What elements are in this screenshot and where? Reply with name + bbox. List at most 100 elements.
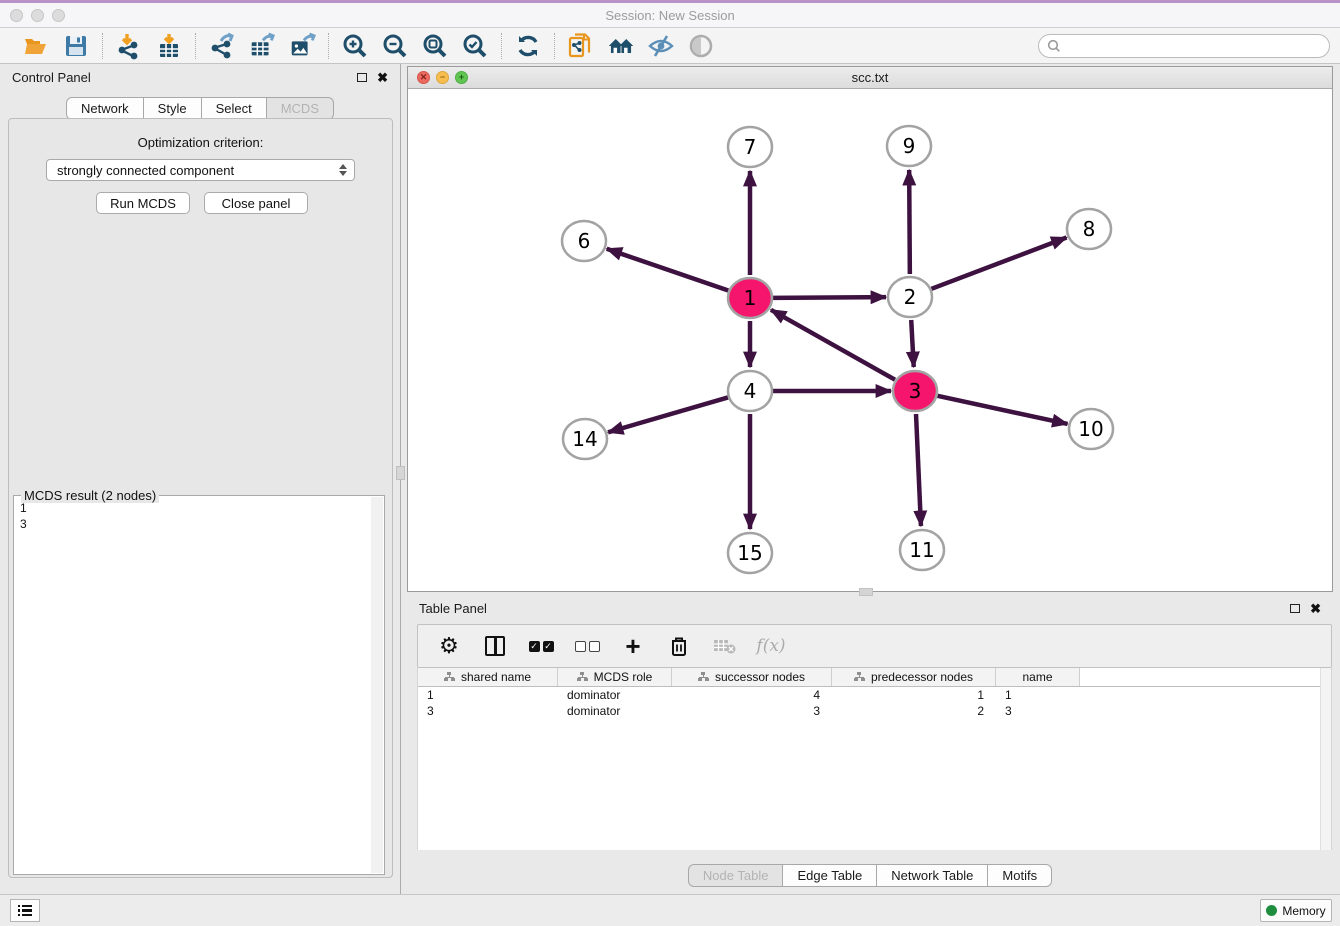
- cell-predecessor_nodes[interactable]: 1: [832, 688, 996, 702]
- tab-network-table[interactable]: Network Table: [877, 864, 988, 887]
- close-panel-icon[interactable]: ✖: [377, 71, 388, 84]
- node-14[interactable]: 14: [563, 419, 607, 459]
- network-window: ✕ − + scc.txt 1 2 3 4 6 7 8 9 10 11 14 15: [407, 66, 1333, 592]
- tab-network[interactable]: Network: [66, 97, 144, 120]
- cell-shared_name[interactable]: 1: [418, 688, 558, 702]
- table-row[interactable]: 1dominator411: [418, 687, 1331, 703]
- cell-shared_name[interactable]: 3: [418, 704, 558, 718]
- tab-style[interactable]: Style: [144, 97, 202, 120]
- task-history-button[interactable]: [10, 899, 40, 922]
- deselect-all-columns-icon[interactable]: [574, 633, 600, 659]
- tab-node-table[interactable]: Node Table: [688, 864, 784, 887]
- table-toolbar: ⚙ ✓✓ + f(x): [417, 624, 1332, 668]
- node-4[interactable]: 4: [728, 371, 772, 411]
- node-10[interactable]: 10: [1069, 409, 1113, 449]
- edge-3-11[interactable]: [916, 414, 921, 526]
- float-table-panel-icon[interactable]: [1290, 604, 1300, 613]
- optimization-criterion-dropdown[interactable]: strongly connected component: [46, 159, 355, 181]
- open-session-icon[interactable]: [22, 32, 50, 60]
- edge-3-1[interactable]: [771, 310, 895, 380]
- import-network-icon[interactable]: [115, 32, 143, 60]
- status-bar: Memory: [0, 894, 1340, 926]
- close-panel-button[interactable]: Close panel: [204, 192, 308, 214]
- export-table-icon[interactable]: [248, 32, 276, 60]
- column-header-shared_name[interactable]: shared name: [418, 668, 558, 686]
- run-mcds-button[interactable]: Run MCDS: [96, 192, 190, 214]
- mcds-result-text[interactable]: 1 3: [16, 500, 370, 872]
- mcds-panel: Optimization criterion: strongly connect…: [8, 118, 393, 878]
- node-7[interactable]: 7: [728, 127, 772, 167]
- duplicate-network-icon[interactable]: [567, 32, 595, 60]
- node-11[interactable]: 11: [900, 530, 944, 570]
- table-row[interactable]: 3dominator323: [418, 703, 1331, 719]
- table-settings-gear-icon[interactable]: ⚙: [436, 633, 462, 659]
- tab-motifs[interactable]: Motifs: [988, 864, 1052, 887]
- zoom-selected-icon[interactable]: [461, 32, 489, 60]
- import-table-icon[interactable]: [155, 32, 183, 60]
- network-close-icon[interactable]: ✕: [417, 71, 430, 84]
- close-table-panel-icon[interactable]: ✖: [1310, 602, 1321, 615]
- node-9[interactable]: 9: [887, 126, 931, 166]
- cell-successor_nodes[interactable]: 3: [672, 704, 832, 718]
- zoom-fit-icon[interactable]: [421, 32, 449, 60]
- node-1[interactable]: 1: [728, 278, 772, 318]
- cell-mcds_role[interactable]: dominator: [558, 704, 672, 718]
- node-3[interactable]: 3: [893, 371, 937, 411]
- zoom-out-icon[interactable]: [381, 32, 409, 60]
- edge-4-14[interactable]: [608, 397, 728, 432]
- edge-3-10[interactable]: [937, 396, 1067, 424]
- optimization-criterion-label: Optimization criterion:: [9, 135, 392, 150]
- hide-eye-icon[interactable]: [647, 32, 675, 60]
- edge-1-6[interactable]: [607, 249, 729, 291]
- edge-2-9[interactable]: [909, 170, 910, 274]
- horizontal-splitter-handle[interactable]: [859, 588, 873, 596]
- zoom-in-icon[interactable]: [341, 32, 369, 60]
- node-6[interactable]: 6: [562, 221, 606, 261]
- network-graph[interactable]: 1 2 3 4 6 7 8 9 10 11 14 15: [408, 89, 1332, 591]
- network-zoom-icon[interactable]: +: [455, 71, 468, 84]
- float-panel-icon[interactable]: [357, 73, 367, 82]
- search-icon: [1047, 39, 1061, 58]
- cell-name[interactable]: 1: [996, 688, 1080, 702]
- network-minimize-icon[interactable]: −: [436, 71, 449, 84]
- table-scrollbar[interactable]: [1320, 668, 1331, 850]
- delete-column-icon[interactable]: [666, 633, 692, 659]
- edge-1-2[interactable]: [773, 297, 886, 298]
- add-column-icon[interactable]: +: [620, 633, 646, 659]
- cell-name[interactable]: 3: [996, 704, 1080, 718]
- svg-text:9: 9: [903, 134, 916, 158]
- export-image-icon[interactable]: [288, 32, 316, 60]
- delete-table-icon[interactable]: [712, 633, 738, 659]
- network-window-title: scc.txt: [408, 70, 1332, 85]
- network-window-titlebar[interactable]: ✕ − + scc.txt: [408, 67, 1332, 89]
- export-network-icon[interactable]: [208, 32, 236, 60]
- network-canvas[interactable]: 1 2 3 4 6 7 8 9 10 11 14 15: [408, 89, 1332, 591]
- cell-mcds_role[interactable]: dominator: [558, 688, 672, 702]
- tree-icon: [698, 672, 709, 682]
- edge-2-3[interactable]: [911, 320, 914, 367]
- tab-select[interactable]: Select: [202, 97, 267, 120]
- column-header-successor_nodes[interactable]: successor nodes: [672, 668, 832, 686]
- node-15[interactable]: 15: [728, 533, 772, 573]
- column-header-mcds_role[interactable]: MCDS role: [558, 668, 672, 686]
- cell-successor_nodes[interactable]: 4: [672, 688, 832, 702]
- search-input[interactable]: [1038, 34, 1330, 58]
- column-header-name[interactable]: name: [996, 668, 1080, 686]
- vertical-splitter-handle[interactable]: [396, 466, 405, 480]
- save-session-icon[interactable]: [62, 32, 90, 60]
- column-header-predecessor_nodes[interactable]: predecessor nodes: [832, 668, 996, 686]
- toggle-panel-layout-icon[interactable]: [482, 633, 508, 659]
- tab-edge-table[interactable]: Edge Table: [783, 864, 877, 887]
- tab-mcds[interactable]: MCDS: [267, 97, 334, 120]
- show-eye-icon[interactable]: [687, 32, 715, 60]
- edge-2-8[interactable]: [932, 238, 1067, 289]
- result-scrollbar[interactable]: [371, 497, 383, 873]
- memory-button[interactable]: Memory: [1260, 899, 1332, 922]
- cell-predecessor_nodes[interactable]: 2: [832, 704, 996, 718]
- refresh-icon[interactable]: [514, 32, 542, 60]
- home-icon[interactable]: [607, 32, 635, 60]
- node-8[interactable]: 8: [1067, 209, 1111, 249]
- function-builder-icon[interactable]: f(x): [758, 633, 784, 659]
- select-all-columns-icon[interactable]: ✓✓: [528, 633, 554, 659]
- node-2[interactable]: 2: [888, 277, 932, 317]
